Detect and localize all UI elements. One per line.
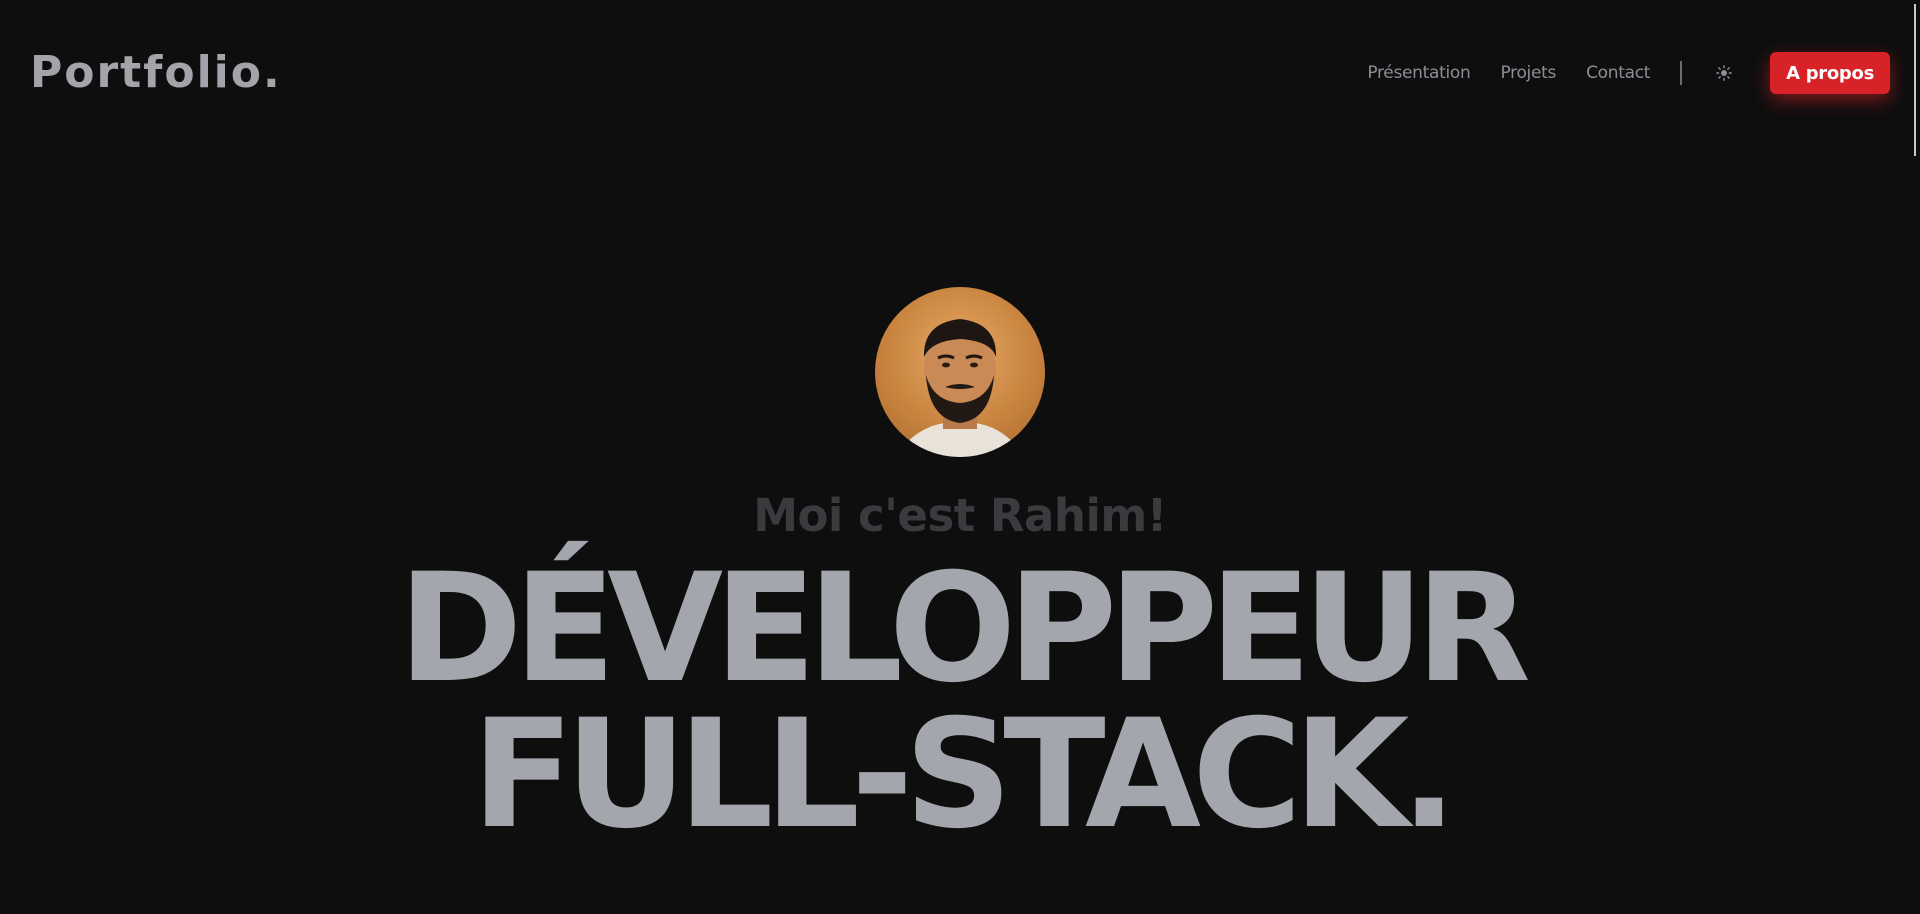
profile-photo xyxy=(895,319,1025,457)
headline-line-1: DÉVELOPPEUR xyxy=(398,542,1531,716)
sun-icon xyxy=(1716,65,1733,81)
nav-divider xyxy=(1680,61,1683,85)
theme-toggle-button[interactable] xyxy=(1712,61,1736,85)
nav-link-presentation[interactable]: Présentation xyxy=(1367,63,1470,83)
avatar xyxy=(875,287,1045,457)
main-nav: Présentation Projets Contact A propos xyxy=(1367,52,1890,94)
nav-link-projets[interactable]: Projets xyxy=(1500,63,1556,83)
scrollbar[interactable] xyxy=(1914,4,1916,156)
site-logo[interactable]: Portfolio. xyxy=(30,46,282,100)
hero-headline: DÉVELOPPEUR FULL-STACK. xyxy=(0,542,1920,862)
intro-text: Moi c'est Rahim! xyxy=(753,489,1167,542)
site-header: Portfolio. Présentation Projets Contact xyxy=(0,0,1920,146)
about-button[interactable]: A propos xyxy=(1770,52,1890,94)
headline-line-2: FULL-STACK. xyxy=(471,688,1458,862)
nav-link-contact[interactable]: Contact xyxy=(1586,63,1650,83)
